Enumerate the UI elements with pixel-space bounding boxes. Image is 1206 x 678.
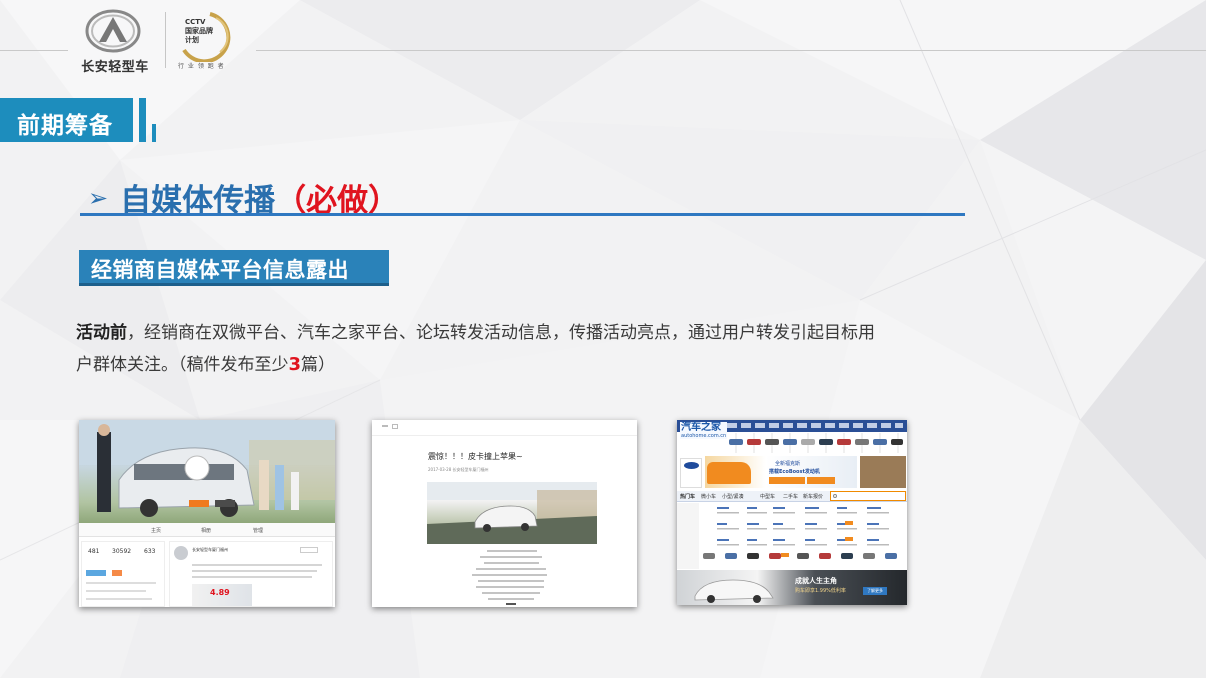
avatar [174,546,188,560]
page-title: ➢ 自媒体传播（必做） [88,175,399,219]
autohome-ad: 全新福克斯 搭载EcoBoost发动机 [705,456,857,488]
section-tag: 前期筹备 [0,98,133,142]
weibo-profile-card: 481 30592 633 [81,541,165,607]
weibo-stat-followers: 30592 [112,548,132,555]
header-rule-left [0,50,68,51]
tab-hot[interactable]: 热门车 [680,493,695,500]
weibo-badge-orange [112,570,122,576]
section-tag-accent-small [152,124,156,142]
autohome-logo: 汽车之家 autohome.com.cn [680,422,728,439]
logo-divider [165,12,166,68]
body-text-3: 篇） [301,355,336,375]
banner-subtitle: 购车即享1.99%低利率 [795,588,846,594]
weibo-post: 长安轻型车厦门福州 4.89 [169,541,333,607]
article-screenshot: 震惊！！！皮卡撞上苹果~ 2017-03-28 长安轻型车厦门福州 [372,420,637,607]
ad-title: 全新福克斯 [775,461,801,467]
section-tag-accent [139,98,146,142]
follow-button[interactable] [300,547,318,553]
body-text-2: 户群体关注。（稿件发布至少 [76,355,289,375]
article-title: 震惊！！！皮卡撞上苹果~ [428,452,523,461]
weibo-tabs: 主页 相册 管理 [79,523,335,537]
body-count: 3 [288,354,302,375]
tab-price[interactable]: 新车报价 [803,493,823,500]
article-image [427,482,597,544]
autohome-search[interactable] [830,491,906,501]
tab-mid[interactable]: 中型车 [760,493,775,500]
weibo-post-image: 4.89 [192,584,252,606]
subheading: 经销商自媒体平台信息露出 [79,250,389,286]
autohome-car-strip [727,433,905,453]
bullet-arrow-icon: ➢ [88,183,109,212]
search-icon [833,494,837,498]
ford-logo [680,458,702,488]
ad-subtitle: 搭载EcoBoost发动机 [769,469,820,475]
body-paragraph: 活动前，经销商在双微平台、汽车之家平台、论坛转发活动信息，传播活动亮点，通过用户… [76,318,976,381]
title-underline [80,213,965,216]
weibo-post-author: 长安轻型车厦门福州 [192,547,228,552]
tab-compact[interactable]: 小型/紧凑 [722,493,744,500]
ad-car-image [707,462,751,484]
cctv-tagline: 行 业 领 跑 者 [178,63,225,70]
autohome-bottom-banner: 成就人生主角 购车即享1.99%低利率 了解更多 [677,570,907,605]
autohome-side-ad [860,456,906,488]
banner-photo-icon [79,420,335,517]
changan-logo: 长安轻型车 [70,8,160,75]
banner-title: 成就人生主角 [795,577,837,585]
tab-mini[interactable]: 微小车 [701,493,716,500]
brand-name: 长安轻型车 [81,60,149,75]
article-toolbar [372,420,637,436]
body-lead: 活动前 [76,323,127,343]
weibo-tab-album: 相册 [201,528,212,534]
article-meta: 2017-03-28 长安轻型车厦门福州 [428,467,489,472]
weibo-tab-manage: 管理 [253,528,264,534]
banner-cta-button[interactable]: 了解更多 [863,587,887,595]
sedan-photo-icon [694,579,774,603]
header-rule-right [256,50,1206,51]
weibo-tab-home: 主页 [151,528,162,534]
weibo-badge [86,570,106,576]
body-text-1: ，经销商在双微平台、汽车之家平台、论坛转发活动信息，传播活动亮点，通过用户转发引… [127,323,875,343]
menu-icon [382,425,388,427]
car-photo-icon [427,482,597,544]
autohome-listing [677,503,907,569]
weibo-stat-following: 481 [88,548,100,555]
cctv-label: CCTV 国家品牌 计划 [185,18,213,44]
window-icon [392,424,398,429]
weibo-banner [79,420,335,523]
changan-emblem-icon [85,9,141,53]
weibo-stat-posts: 633 [144,548,156,555]
cctv-brand-plan-logo: CCTV 国家品牌 计划 行 业 领 跑 者 [176,10,246,72]
tab-used[interactable]: 二手车 [783,493,798,500]
weibo-price-tag: 4.89 [210,588,230,597]
weibo-screenshot: 主页 相册 管理 481 30592 633 长安轻型车厦门福州 4.89 [79,420,335,607]
autohome-screenshot: 汽车之家 autohome.com.cn 全新福克斯 搭载EcoBoost发动机… [677,420,907,605]
